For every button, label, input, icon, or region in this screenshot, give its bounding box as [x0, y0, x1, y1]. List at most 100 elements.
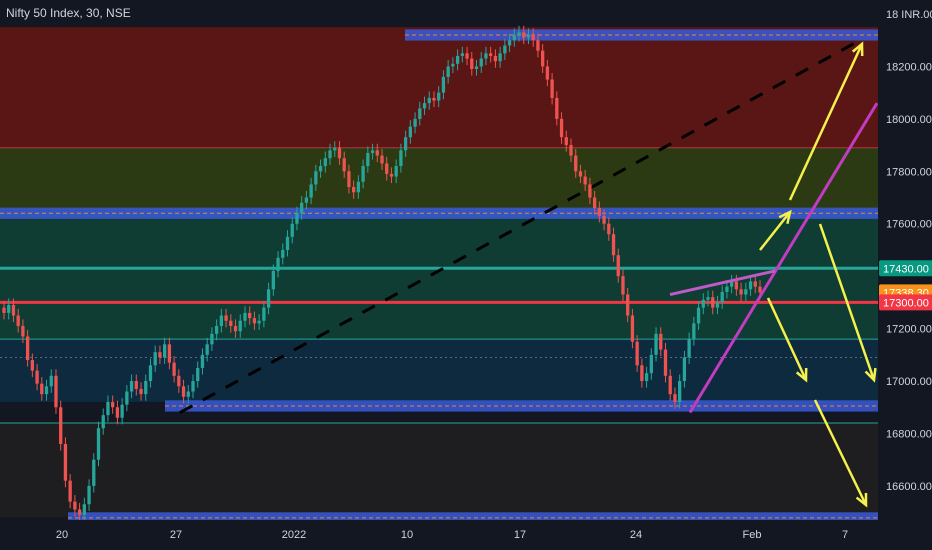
- candle-body: [129, 381, 134, 392]
- candle-body: [224, 315, 228, 321]
- candle-body: [465, 53, 469, 59]
- candle-body: [101, 415, 105, 429]
- candle-body: [144, 381, 148, 395]
- candle-body: [162, 344, 167, 358]
- candle-body: [172, 362, 176, 376]
- candle-body: [659, 333, 663, 350]
- candle-body: [474, 66, 479, 70]
- candle-body: [370, 150, 375, 153]
- candle-body: [233, 325, 238, 332]
- candle-body: [403, 137, 408, 151]
- candle-body: [361, 166, 365, 182]
- candle-body: [460, 53, 464, 56]
- time-tick-label: 10: [401, 529, 413, 541]
- candle-body: [427, 97, 431, 104]
- candle-body: [153, 352, 157, 366]
- candle-body: [134, 381, 138, 389]
- candle-body: [82, 504, 86, 515]
- candle-body: [323, 158, 327, 167]
- candle-body: [252, 318, 257, 324]
- candle-body: [54, 375, 58, 408]
- candle-body: [285, 236, 290, 250]
- candle-body: [120, 404, 124, 418]
- candle-body: [385, 163, 389, 174]
- candle-body: [550, 79, 554, 98]
- candle-body: [167, 344, 172, 363]
- candle-body: [484, 53, 488, 59]
- candle-body: [300, 202, 304, 214]
- candle-body: [125, 391, 129, 405]
- candle-body: [687, 339, 691, 358]
- candle-body: [640, 365, 644, 382]
- price-tick-label: 16600.00: [886, 481, 932, 493]
- price-tick-label: 17000.00: [886, 376, 932, 388]
- candle-body: [597, 208, 602, 216]
- candle-body: [11, 305, 16, 316]
- time-tick-label: 27: [170, 529, 182, 541]
- candle-body: [616, 255, 620, 277]
- candle-body: [408, 126, 413, 138]
- candle-body: [257, 320, 261, 324]
- candle-body: [106, 402, 110, 416]
- candle-body: [266, 289, 271, 308]
- candle-body: [470, 58, 474, 70]
- candle-body: [177, 375, 181, 387]
- candle-body: [630, 315, 635, 342]
- candle-body: [588, 184, 592, 198]
- candle-body: [148, 365, 153, 382]
- candle-body: [446, 66, 450, 77]
- time-axis-bg: [0, 520, 932, 550]
- candle-body: [540, 50, 545, 67]
- price-badge-label: 17430.00: [883, 263, 929, 275]
- candle-body: [111, 402, 115, 408]
- candle-body: [68, 480, 72, 502]
- candle-body: [342, 158, 346, 172]
- candle-body: [205, 344, 209, 355]
- candle-body: [389, 173, 394, 177]
- candle-body: [545, 66, 550, 80]
- price-tick-label: 18200.00: [886, 61, 932, 73]
- range-box: [0, 207, 878, 219]
- candle-body: [229, 320, 233, 326]
- candle-body: [621, 276, 625, 295]
- candle-body: [158, 352, 162, 358]
- candle-body: [696, 307, 701, 324]
- candle-body: [678, 381, 682, 403]
- candle-body: [479, 58, 483, 67]
- price-tick-label: 18 INR.00: [886, 9, 932, 21]
- candle-body: [139, 388, 143, 395]
- candle-body: [210, 333, 214, 345]
- candle-body: [366, 152, 370, 167]
- candle-body: [526, 34, 531, 38]
- candle-body: [578, 171, 583, 177]
- candle-body: [592, 197, 597, 209]
- candle-body: [356, 181, 361, 193]
- candle-body: [418, 108, 422, 119]
- candle-body: [451, 63, 455, 67]
- price-chart[interactable]: 18 INR.00 18200.00 18000.00 17800.00 17600.0…: [0, 0, 932, 550]
- candle-body: [607, 223, 611, 235]
- candle-body: [200, 354, 205, 368]
- candle-body: [30, 360, 35, 371]
- candle-body: [611, 234, 616, 256]
- candle-body: [314, 171, 318, 185]
- candle-body: [413, 118, 417, 127]
- time-axis: 20 27 2022 10 17 24 Feb 7: [0, 520, 932, 550]
- candle-body: [375, 150, 379, 156]
- candle-body: [720, 291, 724, 303]
- candle-body: [196, 367, 200, 382]
- price-badge-label: 17300.00: [883, 297, 929, 309]
- candle-body: [59, 407, 63, 444]
- candle-body: [243, 312, 247, 321]
- price-tick-label: 18000.00: [886, 114, 932, 126]
- candle-body: [498, 53, 502, 62]
- candle-body: [238, 320, 242, 332]
- candle-body: [318, 166, 323, 172]
- chart-title: Nifty 50 Index, 30, NSE: [6, 6, 131, 20]
- candle-body: [512, 34, 516, 41]
- candle-body: [276, 257, 280, 271]
- candle-body: [44, 386, 49, 395]
- candle-body: [309, 184, 313, 198]
- candle-body: [663, 349, 668, 376]
- candle-body: [748, 281, 753, 290]
